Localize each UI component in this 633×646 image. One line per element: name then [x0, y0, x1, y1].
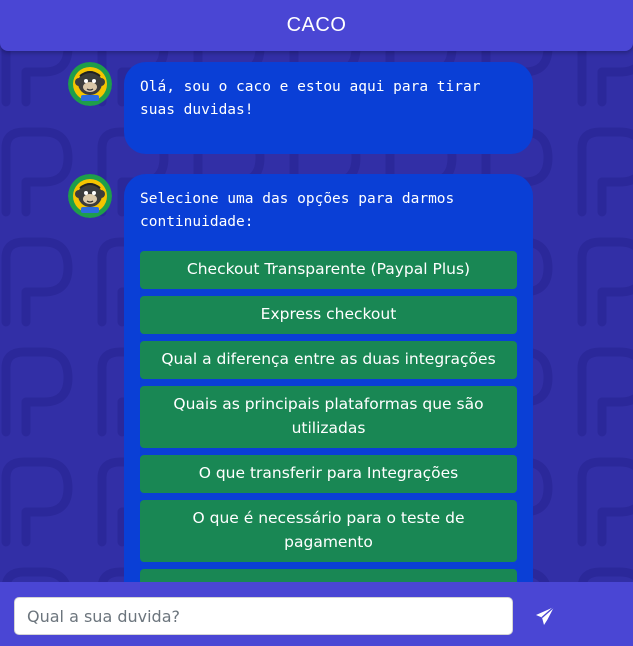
send-button[interactable]	[528, 604, 562, 628]
chat-app: CACO Olá, sou o caco e estou aqui para t…	[0, 0, 633, 646]
option-button-express-checkout[interactable]: Express checkout	[140, 296, 517, 334]
monkey-icon	[68, 62, 112, 106]
option-button-teste-pagamento[interactable]: O que é necessário para o teste de pagam…	[140, 500, 517, 562]
option-button-partial[interactable]	[140, 569, 517, 582]
option-button-transferir-integracoes[interactable]: O que transferir para Integrações	[140, 455, 517, 493]
message-text: Selecione uma das opções para darmos con…	[140, 191, 455, 230]
message-composer	[0, 582, 633, 646]
chat-header: CACO	[0, 0, 633, 51]
bot-message-options: Selecione uma das opções para darmos con…	[124, 174, 533, 582]
option-button-diferenca-integracoes[interactable]: Qual a diferença entre as duas integraçõ…	[140, 341, 517, 379]
bot-avatar	[68, 62, 112, 106]
message-text: Olá, sou o caco e estou aqui para tirar …	[140, 79, 481, 118]
bot-avatar	[68, 174, 112, 218]
send-icon	[536, 606, 555, 625]
chat-title: CACO	[286, 14, 347, 36]
message-list: Olá, sou o caco e estou aqui para tirar …	[0, 51, 633, 582]
question-input[interactable]	[14, 597, 513, 635]
monkey-icon	[68, 174, 112, 218]
option-button-checkout-transparente[interactable]: Checkout Transparente (Paypal Plus)	[140, 251, 517, 289]
bot-message: Olá, sou o caco e estou aqui para tirar …	[124, 62, 533, 154]
option-button-principais-plataformas[interactable]: Quais as principais plataformas que são …	[140, 386, 517, 448]
